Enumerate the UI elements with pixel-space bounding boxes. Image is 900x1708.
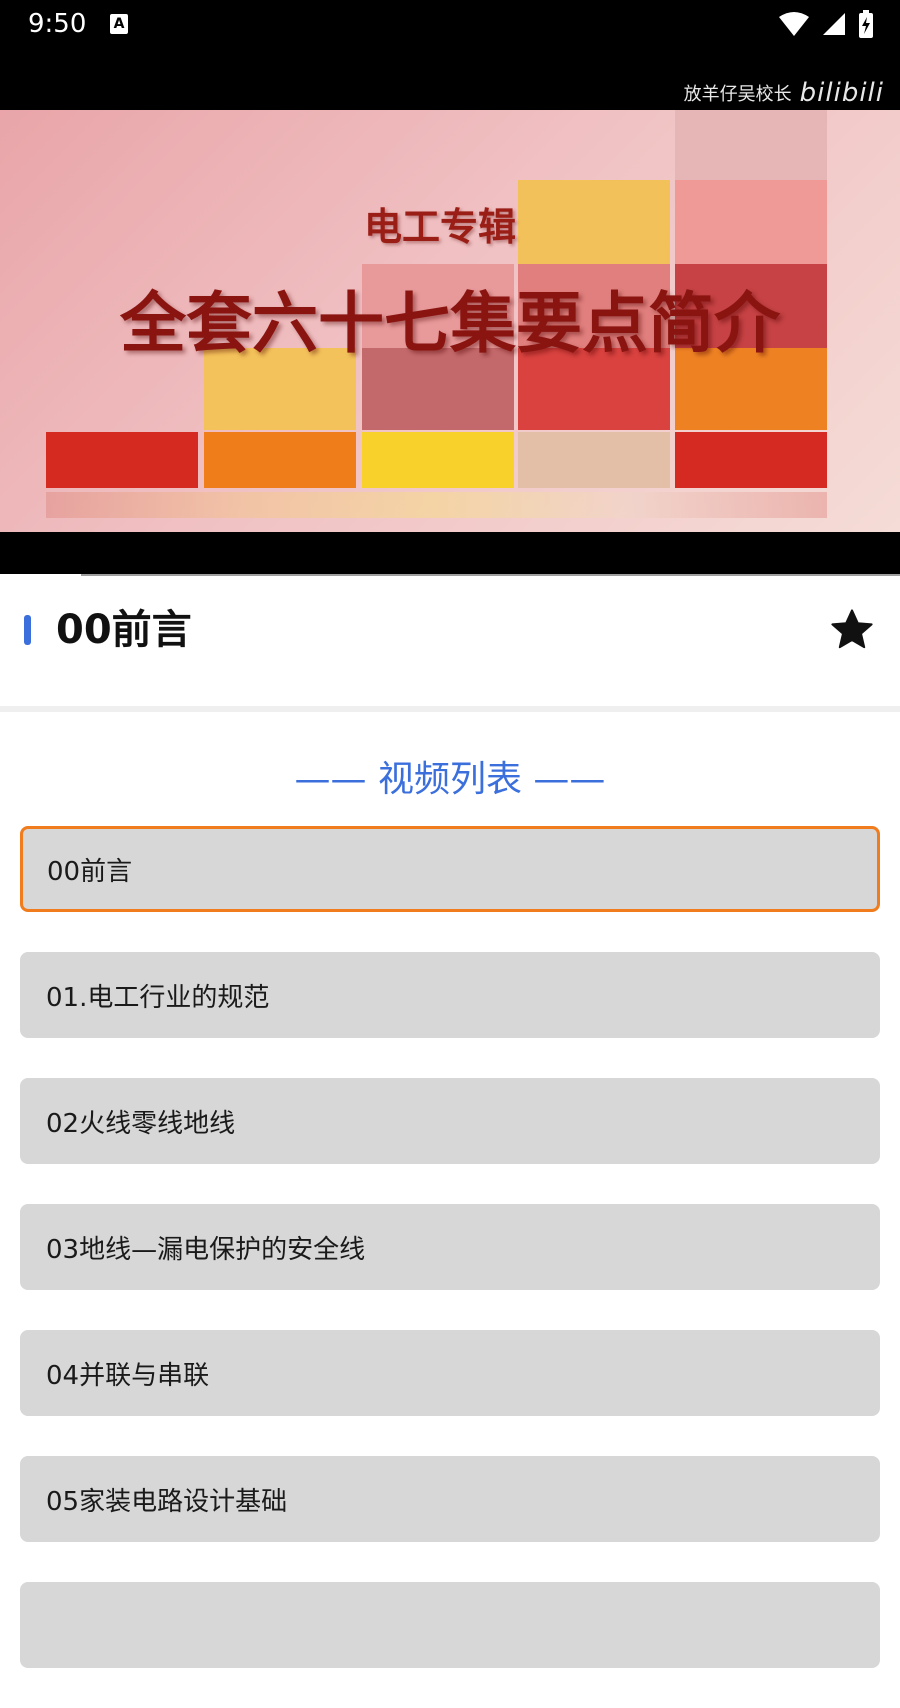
video-frame-title: 全套六十七集要点简介 <box>120 285 780 362</box>
favorite-button[interactable] <box>828 606 876 654</box>
decor-tile <box>362 432 514 488</box>
video-frame: 电工专辑 全套六十七集要点简介 <box>0 110 900 532</box>
status-icons <box>778 10 874 38</box>
decor-tile <box>518 432 670 488</box>
text-input-notification-icon: A <box>110 14 128 34</box>
decor-tile <box>46 432 198 488</box>
video-list: 00前言 01.电工行业的规范 02火线零线地线 03地线—漏电保护的安全线 04并联与… <box>20 826 880 1708</box>
wifi-icon <box>779 12 809 36</box>
video-list-item[interactable]: 00前言 <box>20 826 880 912</box>
video-list-item[interactable]: 01.电工行业的规范 <box>20 952 880 1038</box>
watermark: 放羊仔吴校长 bilibili <box>684 78 884 108</box>
decor-tile <box>675 110 827 180</box>
decor-reflection <box>46 492 827 518</box>
video-list-item-label: 05家装电路设计基础 <box>46 1486 288 1517</box>
video-title: 00前言 <box>56 607 192 653</box>
video-list-item-label: 00前言 <box>47 856 133 887</box>
section-divider <box>0 706 900 712</box>
decor-tile <box>675 432 827 488</box>
video-list-item-label: 03地线—漏电保护的安全线 <box>46 1234 366 1265</box>
decor-tile <box>204 432 356 488</box>
video-list-heading: —— 视频列表 —— <box>294 759 606 800</box>
status-time: 9:50 <box>28 9 87 39</box>
video-list-item[interactable] <box>20 1582 880 1668</box>
video-list-item-label: 04并联与串联 <box>46 1360 210 1391</box>
video-list-item[interactable]: 05家装电路设计基础 <box>20 1456 880 1542</box>
signal-icon <box>823 13 845 35</box>
title-bar: 00前言 <box>0 576 900 706</box>
star-icon <box>831 609 873 649</box>
bilibili-logo: bilibili <box>799 78 884 108</box>
video-frame-subtitle: 电工专辑 <box>363 205 516 249</box>
video-list-item[interactable]: 02火线零线地线 <box>20 1078 880 1164</box>
status-bar: 9:50 A <box>0 0 900 48</box>
watermark-author: 放羊仔吴校长 <box>683 84 792 105</box>
video-player[interactable]: 放羊仔吴校长 bilibili 电工专辑 全套六十七集要点简介 <box>0 48 900 574</box>
video-list-item-label: 01.电工行业的规范 <box>46 982 270 1013</box>
video-list-item-label: 02火线零线地线 <box>46 1108 236 1139</box>
battery-icon <box>859 10 873 38</box>
title-accent-bar <box>24 615 31 645</box>
video-list-item[interactable]: 03地线—漏电保护的安全线 <box>20 1204 880 1290</box>
video-list-item[interactable]: 04并联与串联 <box>20 1330 880 1416</box>
